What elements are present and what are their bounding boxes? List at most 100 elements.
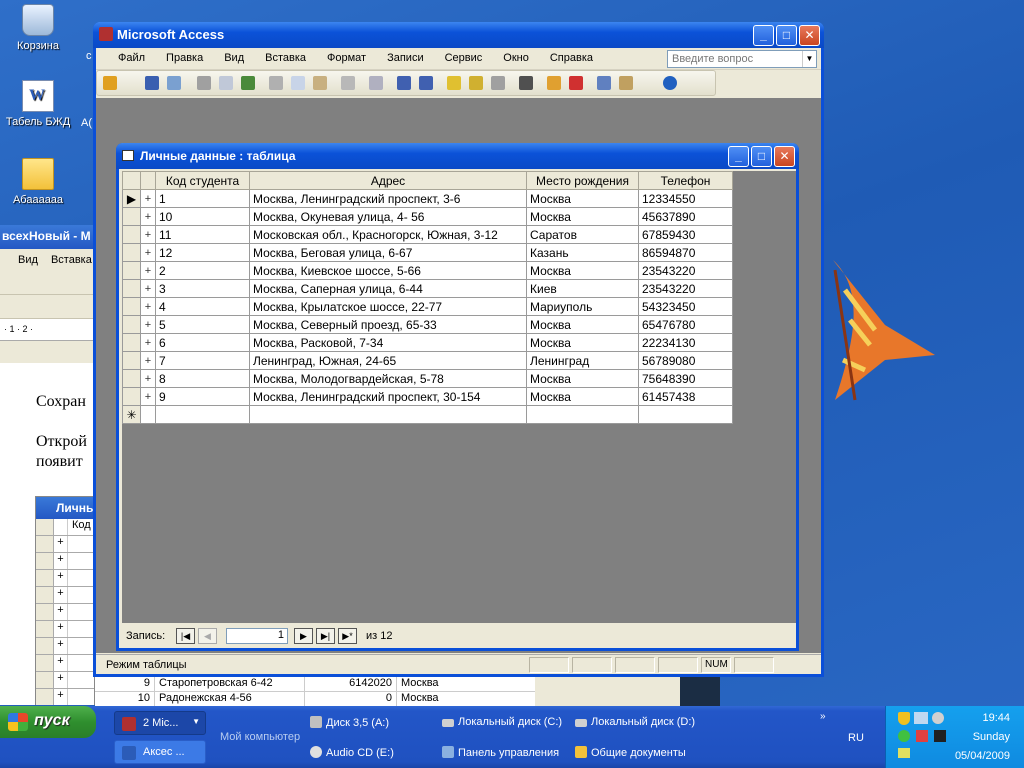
record-selector[interactable] [122,207,141,226]
desktop-icon-tabel[interactable]: Табель БЖД [0,80,76,128]
menu-window[interactable]: Окно [503,52,529,64]
expand-subdatasheet-icon[interactable]: + [140,369,156,388]
quick-link-shared-docs[interactable]: Общие документы [575,746,686,759]
record-selector[interactable] [122,243,141,262]
data-cell[interactable]: 1 [155,189,250,208]
data-cell[interactable]: Москва, Саперная улица, 6-44 [249,279,527,298]
filter-by-selection-icon[interactable] [447,76,461,90]
print-icon[interactable] [197,76,211,90]
data-cell[interactable]: 7 [155,351,250,370]
menu-help[interactable]: Справка [550,52,593,64]
expand-subdatasheet-icon[interactable]: + [140,297,156,316]
desktop-icon-recycle-bin[interactable]: Корзина [0,4,76,52]
close-button[interactable]: ✕ [799,25,820,46]
minimize-button[interactable]: _ [728,146,749,167]
data-cell[interactable]: 5 [155,315,250,334]
data-cell[interactable]: Москва, Молодогвардейская, 5-78 [249,369,527,388]
data-cell[interactable]: Москва [526,333,639,352]
spelling-icon[interactable] [241,76,255,90]
data-cell[interactable]: 23543220 [638,279,733,298]
data-cell[interactable]: Ленинград [526,351,639,370]
last-record-button[interactable]: ▶| [316,628,335,644]
record-selector[interactable] [122,333,141,352]
expand-subdatasheet-icon[interactable]: + [140,243,156,262]
data-cell[interactable]: Москва, Крылатское шоссе, 22-77 [249,297,527,316]
menu-item[interactable]: Вставка [51,254,92,266]
data-cell[interactable]: Москва [526,189,639,208]
data-cell[interactable]: Москва, Ленинградский проспект, 3-6 [249,189,527,208]
next-record-button[interactable]: ▶ [294,628,313,644]
minimize-button[interactable]: _ [753,25,774,46]
quick-link-drive-c[interactable]: Локальный диск (C:) [442,716,562,728]
record-selector[interactable] [122,387,141,406]
design-view-icon[interactable] [103,76,117,90]
data-cell[interactable] [526,405,639,424]
data-cell[interactable]: Ленинград, Южная, 24-65 [249,351,527,370]
data-cell[interactable]: Мариуполь [526,297,639,316]
table-row[interactable]: +5 Москва, Северный проезд, 65-33 Москва 65… [122,315,733,334]
data-cell[interactable]: Москва [526,261,639,280]
expand-subdatasheet-icon[interactable]: + [140,333,156,352]
select-all-cell[interactable] [122,171,141,190]
record-selector[interactable]: ▶ [122,189,141,208]
maximize-button[interactable]: □ [776,25,797,46]
chevron-down-icon[interactable]: ▼ [802,51,816,67]
data-cell[interactable]: 23543220 [638,261,733,280]
quick-link-drive-d[interactable]: Локальный диск (D:) [575,716,695,728]
new-record-button[interactable]: ▶* [338,628,357,644]
data-cell[interactable]: 10 [155,207,250,226]
new-record-row[interactable]: ✳ [122,405,733,424]
menu-records[interactable]: Записи [387,52,424,64]
menu-file[interactable]: Файл [118,52,145,64]
table-row[interactable]: +8 Москва, Молодогвардейская, 5-78 Москва 7… [122,369,733,388]
apply-filter-icon[interactable] [491,76,505,90]
search-icon[interactable] [167,76,181,90]
sort-descending-icon[interactable] [419,76,433,90]
data-cell[interactable]: Казань [526,243,639,262]
data-cell[interactable]: Москва, Беговая улица, 6-67 [249,243,527,262]
data-cell[interactable]: 67859430 [638,225,733,244]
data-cell[interactable]: 86594870 [638,243,733,262]
language-indicator[interactable]: RU [848,732,864,744]
data-cell[interactable]: 22234130 [638,333,733,352]
data-cell[interactable]: 2 [155,261,250,280]
menu-item[interactable]: Вид [18,254,38,266]
data-cell[interactable]: Москва [526,315,639,334]
data-cell[interactable]: Москва, Расковой, 7-34 [249,333,527,352]
data-cell[interactable]: Саратов [526,225,639,244]
data-cell[interactable]: Москва [526,387,639,406]
table-title-bar[interactable]: Личные данные : таблица _ □ ✕ [116,143,799,169]
new-record-icon[interactable] [547,76,561,90]
quick-link-cd[interactable]: Audio CD (E:) [310,746,394,759]
data-cell[interactable]: 75648390 [638,369,733,388]
delete-record-icon[interactable] [569,76,583,90]
data-cell[interactable]: 56789080 [638,351,733,370]
column-header[interactable]: Телефон [638,171,733,190]
data-cell[interactable]: Москва [526,207,639,226]
app-tray-icon[interactable] [934,730,946,742]
new-object-icon[interactable] [619,76,633,90]
expand-subdatasheet-icon[interactable]: + [140,315,156,334]
data-cell[interactable]: Москва, Ленинградский проспект, 30-154 [249,387,527,406]
data-cell[interactable]: 54323450 [638,297,733,316]
cut-icon[interactable] [269,76,283,90]
first-record-button[interactable]: |◀ [176,628,195,644]
table-row[interactable]: +12 Москва, Беговая улица, 6-67 Казань 865… [122,243,733,262]
network-icon[interactable] [914,712,928,724]
table-row[interactable]: +10 Москва, Окуневая улица, 4- 56 Москва 45… [122,207,733,226]
data-cell[interactable]: Московская обл., Красногорск, Южная, 3-1… [249,225,527,244]
data-cell[interactable]: 3 [155,279,250,298]
ask-question-box[interactable]: Введите вопрос ▼ [667,50,817,68]
taskbar-button-access[interactable]: 2 Mic... ▼ [114,711,206,735]
data-cell[interactable]: 6 [155,333,250,352]
data-cell[interactable]: Москва, Киевское шоссе, 5-66 [249,261,527,280]
clock-time[interactable]: 19:44 [982,712,1010,724]
column-header[interactable]: Адрес [249,171,527,190]
hyperlink-icon[interactable] [369,76,383,90]
close-button[interactable]: ✕ [774,146,795,167]
data-cell[interactable]: 45637890 [638,207,733,226]
table-row[interactable]: +2 Москва, Киевское шоссе, 5-66 Москва 2354… [122,261,733,280]
data-cell[interactable]: 12 [155,243,250,262]
tray-icon[interactable] [898,748,910,758]
column-header[interactable]: Код студента [155,171,250,190]
